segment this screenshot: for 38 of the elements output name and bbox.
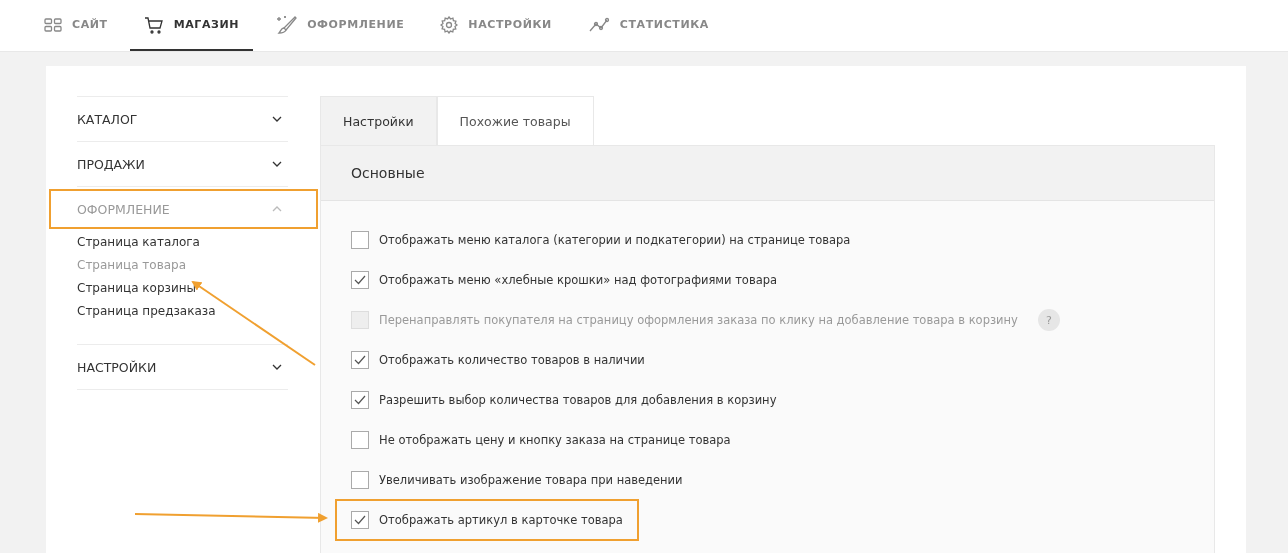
chevron-down-icon bbox=[272, 161, 282, 167]
chevron-up-icon bbox=[272, 206, 282, 212]
option-label: Разрешить выбор количества товаров для добавления в корзину bbox=[379, 393, 777, 407]
sidebar-link[interactable]: Страница предзаказа bbox=[77, 304, 288, 318]
section-title: Основные bbox=[351, 165, 425, 181]
brush-icon bbox=[275, 14, 298, 35]
checkbox[interactable] bbox=[351, 471, 369, 489]
sidebar-link[interactable]: Страница каталога bbox=[77, 235, 288, 249]
option-label: Отображать меню «хлебные крошки» над фотографиями товара bbox=[379, 273, 778, 287]
nav-tab[interactable]: СТАТИСТИКА bbox=[573, 0, 723, 51]
option-label: Увеличивать изображение товара при наведении bbox=[379, 473, 683, 487]
option-label: Перенаправлять покупателя на страницу оформления заказа по клику на добавление товара в корзину bbox=[379, 313, 1018, 327]
checkbox[interactable] bbox=[351, 511, 369, 529]
nav-tab[interactable]: ОФОРМЛЕНИЕ bbox=[261, 0, 419, 51]
nav-tab[interactable]: МАГАЗИН bbox=[129, 0, 254, 51]
grid-icon bbox=[44, 17, 62, 32]
option-label: Отображать меню каталога (категории и подкатегории) на странице товара bbox=[379, 233, 851, 247]
checkbox[interactable] bbox=[351, 231, 369, 249]
cart-icon bbox=[143, 15, 164, 34]
sidebar-section[interactable]: КАТАЛОГ bbox=[77, 97, 288, 142]
checkbox[interactable] bbox=[351, 431, 369, 449]
option-label: Отображать количество товаров в наличии bbox=[379, 353, 645, 367]
chart-icon bbox=[587, 16, 610, 33]
sidebar-link[interactable]: Страница корзины bbox=[77, 281, 288, 295]
chevron-down-icon bbox=[272, 364, 282, 370]
checkbox[interactable] bbox=[351, 271, 369, 289]
chevron-down-icon bbox=[272, 116, 282, 122]
tab[interactable]: Настройки bbox=[320, 96, 437, 145]
option-label: Отображать артикул в карточке товара bbox=[379, 513, 623, 527]
nav-tab[interactable]: САЙТ bbox=[30, 0, 122, 51]
option-label: Не отображать цену и кнопку заказа на странице товара bbox=[379, 433, 731, 447]
checkbox[interactable] bbox=[351, 351, 369, 369]
nav-tab[interactable]: НАСТРОЙКИ bbox=[426, 0, 566, 51]
checkbox[interactable] bbox=[351, 391, 369, 409]
sidebar-section[interactable]: НАСТРОЙКИ bbox=[77, 345, 288, 390]
sidebar-section[interactable]: ПРОДАЖИ bbox=[77, 142, 288, 187]
gear-icon bbox=[440, 15, 459, 34]
tab[interactable]: Похожие товары bbox=[436, 96, 594, 145]
